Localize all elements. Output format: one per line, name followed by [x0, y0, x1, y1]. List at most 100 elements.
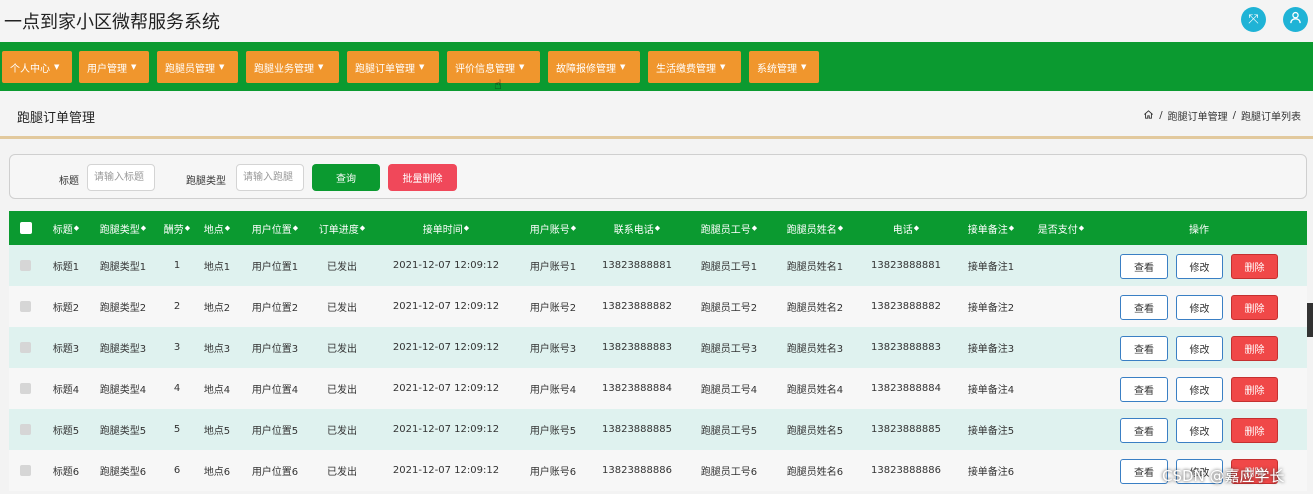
row-checkbox[interactable]	[20, 301, 31, 312]
sort-icon: ◆	[463, 224, 470, 232]
edit-button[interactable]: 修改	[1176, 377, 1223, 402]
cell-contact-phone: 13823888884	[602, 383, 672, 394]
caret-down-icon: ▼	[219, 63, 225, 71]
breadcrumb-item[interactable]: 跑腿订单管理	[1168, 108, 1228, 123]
table-row: 标题1 跑腿类型1 1 地点1 用户位置1 已发出 2021-12-07 12:09:12 用…	[9, 245, 1307, 286]
select-all-checkbox[interactable]	[20, 222, 32, 234]
nav-user-management[interactable]: 用户管理 ▼	[79, 51, 149, 83]
edit-button[interactable]: 修改	[1176, 295, 1223, 320]
table-body: 标题1 跑腿类型1 1 地点1 用户位置1 已发出 2021-12-07 12:09:12 用…	[9, 245, 1307, 491]
user-menu-button[interactable]	[1283, 7, 1308, 32]
fullscreen-button[interactable]: ⤧	[1241, 7, 1266, 32]
table-row: 标题3 跑腿类型3 3 地点3 用户位置3 已发出 2021-12-07 12:09:12 用…	[9, 327, 1307, 368]
cell-contact-phone: 13823888882	[602, 301, 672, 312]
cell-phone: 13823888881	[871, 260, 941, 271]
caret-down-icon: ▼	[620, 63, 626, 71]
caret-down-icon: ▼	[419, 63, 425, 71]
view-button[interactable]: 查看	[1120, 336, 1168, 361]
home-icon[interactable]	[1143, 109, 1154, 123]
cell-order-progress: 已发出	[327, 262, 357, 273]
column-header-contact-phone[interactable]: 联系电话 ◆	[614, 211, 660, 245]
cell-reward: 5	[173, 424, 181, 435]
column-header-reward[interactable]: 酬劳 ◆	[164, 211, 190, 245]
nav-utility-payment-management[interactable]: 生活缴费管理 ▼	[648, 51, 741, 83]
column-header-runner-id[interactable]: 跑腿员工号 ◆	[701, 211, 757, 245]
sort-icon: ◆	[224, 224, 231, 232]
cell-order-progress: 已发出	[327, 303, 357, 314]
row-checkbox[interactable]	[20, 383, 31, 394]
view-button[interactable]: 查看	[1120, 418, 1168, 443]
view-button[interactable]: 查看	[1120, 377, 1168, 402]
title-search-input[interactable]	[87, 164, 155, 191]
cell-user-position: 用户位置1	[251, 262, 299, 273]
page-title: 跑腿订单管理	[17, 111, 96, 126]
view-button[interactable]: 查看	[1120, 295, 1168, 320]
delete-button[interactable]: 删除	[1231, 295, 1278, 320]
nav-repair-management[interactable]: 故障报修管理 ▼	[548, 51, 640, 83]
cell-user-account: 用户账号2	[529, 303, 577, 314]
nav-errand-business-management[interactable]: 跑腿业务管理 ▼	[246, 51, 339, 83]
column-header-user-position[interactable]: 用户位置 ◆	[252, 211, 298, 245]
cell-runner-name: 跑腿员姓名2	[786, 303, 844, 314]
column-header-paid[interactable]: 是否支付 ◆	[1038, 211, 1084, 245]
cell-runner-id: 跑腿员工号6	[700, 467, 758, 478]
cell-accept-time: 2021-12-07 12:09:12	[392, 465, 500, 476]
scrollbar-thumb[interactable]	[1307, 303, 1313, 337]
row-checkbox[interactable]	[20, 342, 31, 353]
cell-accept-time: 2021-12-07 12:09:12	[392, 260, 500, 271]
column-header-user-account[interactable]: 用户账号 ◆	[530, 211, 576, 245]
column-header-location[interactable]: 地点 ◆	[204, 211, 230, 245]
cell-errand-type: 跑腿类型3	[99, 344, 147, 355]
view-button[interactable]: 查看	[1120, 254, 1168, 279]
nav-personal-center[interactable]: 个人中心 ▼	[2, 51, 72, 83]
expand-icon: ⤧	[1248, 12, 1259, 27]
delete-button[interactable]: 删除	[1231, 377, 1278, 402]
cell-runner-name: 跑腿员姓名5	[786, 426, 844, 437]
view-button[interactable]: 查看	[1120, 459, 1168, 484]
cell-errand-type: 跑腿类型4	[99, 385, 147, 396]
edit-button[interactable]: 修改	[1176, 254, 1223, 279]
column-header-accept-note[interactable]: 接单备注 ◆	[968, 211, 1014, 245]
cell-title: 标题5	[52, 426, 80, 437]
column-header-accept-time[interactable]: 接单时间 ◆	[423, 211, 469, 245]
row-checkbox[interactable]	[20, 260, 31, 271]
sort-icon: ◆	[184, 224, 191, 232]
errand-type-label: 跑腿类型	[186, 176, 226, 187]
column-header-actions: 操作	[1189, 224, 1209, 236]
nav-system-management[interactable]: 系统管理 ▼	[749, 51, 819, 83]
sort-icon: ◆	[837, 224, 844, 232]
edit-button[interactable]: 修改	[1176, 418, 1223, 443]
cell-user-position: 用户位置2	[251, 303, 299, 314]
nav-errand-order-management[interactable]: 跑腿订单管理 ▼	[347, 51, 439, 83]
column-header-title[interactable]: 标题 ◆	[53, 211, 79, 245]
delete-button[interactable]: 删除	[1231, 418, 1278, 443]
column-header-order-progress[interactable]: 订单进度 ◆	[319, 211, 365, 245]
column-header-errand-type[interactable]: 跑腿类型 ◆	[100, 211, 146, 245]
cell-accept-time: 2021-12-07 12:09:12	[392, 424, 500, 435]
nav-runner-management[interactable]: 跑腿员管理 ▼	[157, 51, 238, 83]
cell-runner-id: 跑腿员工号5	[700, 426, 758, 437]
cell-reward: 2	[173, 301, 181, 312]
cell-phone: 13823888882	[871, 301, 941, 312]
errand-type-search-input[interactable]	[236, 164, 304, 191]
page-header: 跑腿订单管理 / 跑腿订单管理 / 跑腿订单列表	[0, 91, 1313, 139]
table-row: 标题5 跑腿类型5 5 地点5 用户位置5 已发出 2021-12-07 12:09:12 用…	[9, 409, 1307, 450]
delete-button[interactable]: 删除	[1231, 254, 1278, 279]
cell-runner-name: 跑腿员姓名3	[786, 344, 844, 355]
search-panel: 标题 跑腿类型 查询 批量删除	[9, 154, 1307, 199]
cell-order-progress: 已发出	[327, 344, 357, 355]
batch-delete-button[interactable]: 批量删除	[388, 164, 457, 191]
edit-button[interactable]: 修改	[1176, 336, 1223, 361]
column-header-phone[interactable]: 电话 ◆	[893, 211, 919, 245]
cell-accept-note: 接单备注2	[967, 303, 1015, 314]
cell-title: 标题2	[52, 303, 80, 314]
cell-accept-note: 接单备注1	[967, 262, 1015, 273]
cell-user-account: 用户账号1	[529, 262, 577, 273]
cell-runner-name: 跑腿员姓名6	[786, 467, 844, 478]
column-header-runner-name[interactable]: 跑腿员姓名 ◆	[787, 211, 843, 245]
row-checkbox[interactable]	[20, 465, 31, 476]
query-button[interactable]: 查询	[312, 164, 380, 191]
sort-icon: ◆	[1078, 224, 1085, 232]
row-checkbox[interactable]	[20, 424, 31, 435]
delete-button[interactable]: 删除	[1231, 336, 1278, 361]
